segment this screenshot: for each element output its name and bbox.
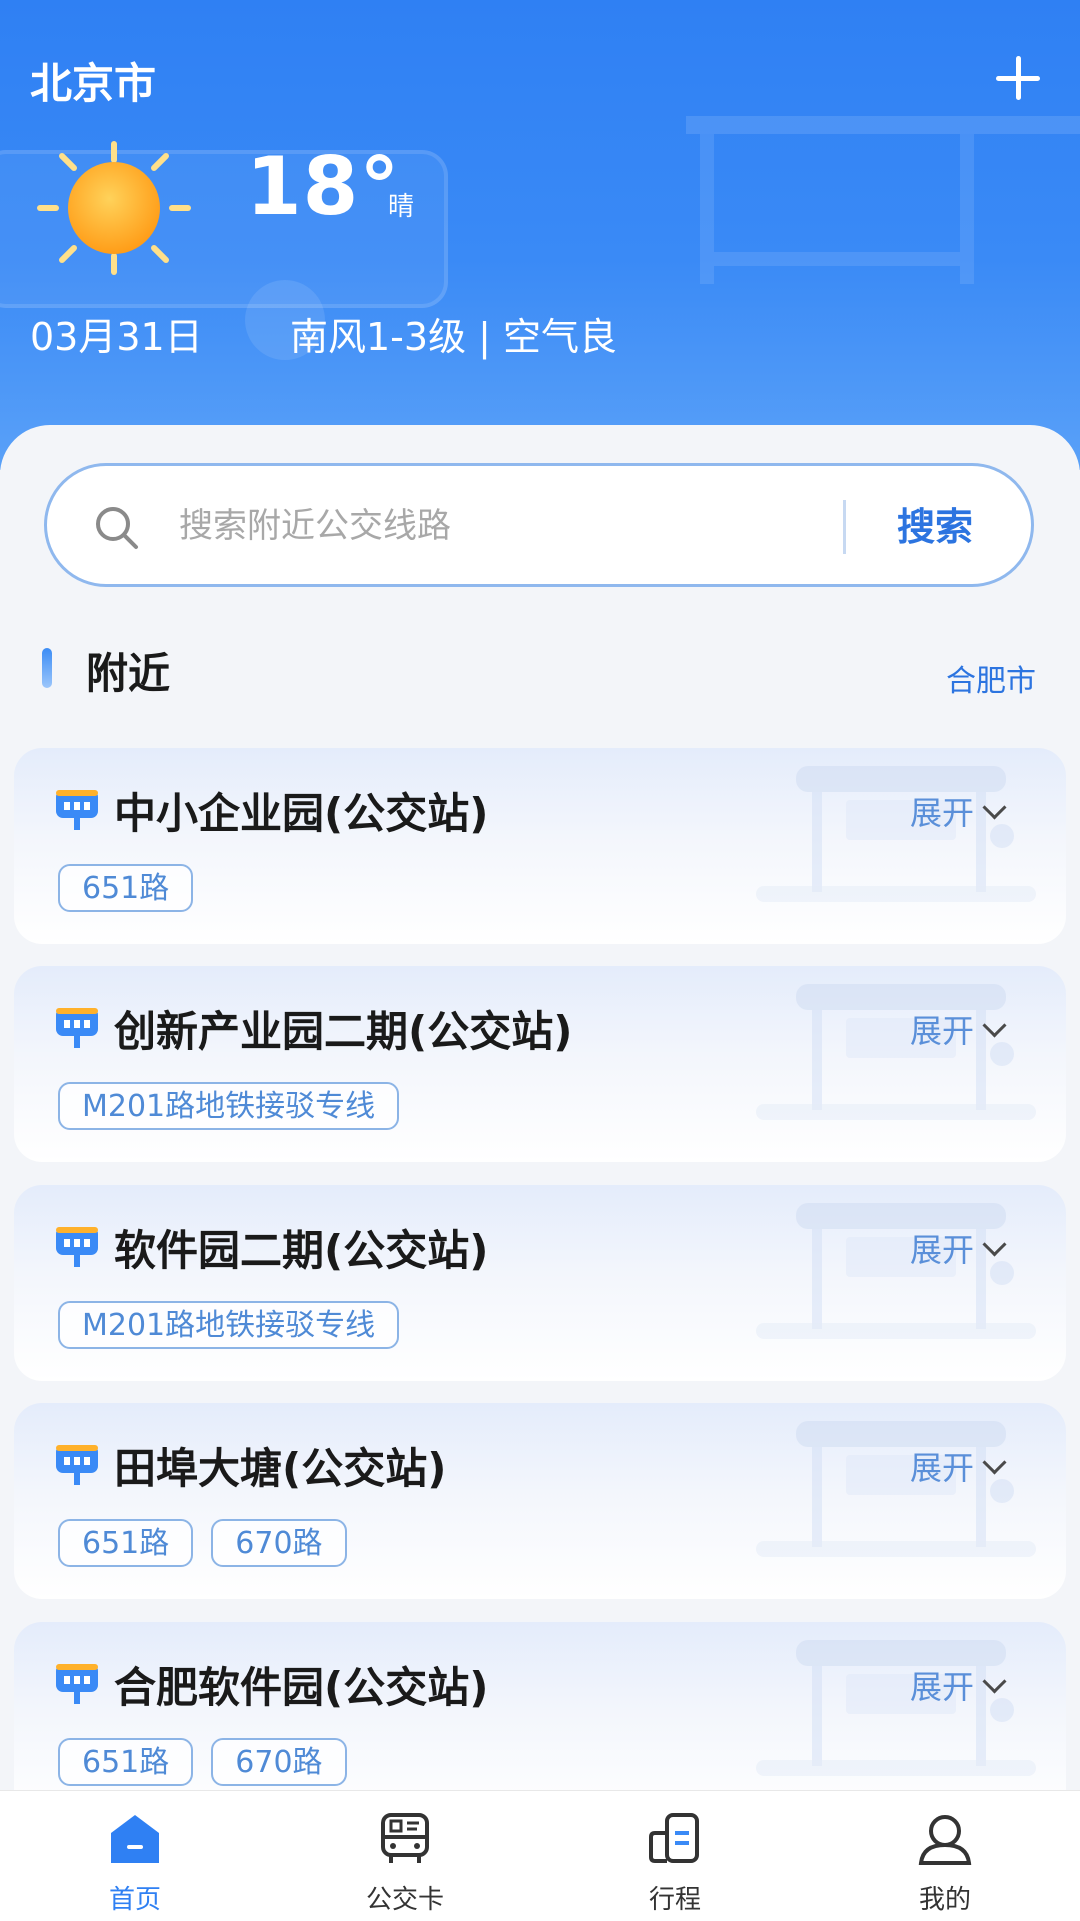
weather-header: 北京市 18° 晴 03月31日 南风1-3级 | 空气良 [0,0,1080,470]
expand-button[interactable]: 展开 [910,1443,1007,1489]
route-tag[interactable]: 670路 [211,1519,347,1567]
route-tag[interactable]: 670路 [211,1738,347,1786]
shelter-illustration [756,766,1036,902]
temperature: 18° [246,140,401,233]
section-accent-bar [42,648,52,688]
route-tag[interactable]: 651路 [58,864,194,912]
station-card[interactable]: 合肥软件园(公交站) 展开 651路 670路 [14,1622,1066,1818]
search-icon [96,507,138,549]
station-card[interactable]: 软件园二期(公交站) 展开 M201路地铁接驳专线 [14,1185,1066,1381]
nav-label: 首页 [108,1885,161,1915]
sunny-icon [37,141,191,275]
weather-date: 03月31日 [30,315,203,359]
route-list: 651路 670路 [58,1519,347,1567]
route-list: 651路 670路 [58,1738,347,1786]
nav-home[interactable]: 首页 [0,1791,270,1921]
route-tag[interactable]: 651路 [58,1519,194,1567]
station-card[interactable]: 田埠大塘(公交站) 展开 651路 670路 [14,1403,1066,1599]
shelter-illustration [756,1640,1036,1776]
chevron-down-icon [982,795,1007,820]
expand-label: 展开 [910,1449,975,1487]
city-name[interactable]: 北京市 [30,50,156,111]
trip-icon [649,1813,699,1863]
nav-label: 行程 [648,1885,701,1915]
profile-icon [918,1815,972,1865]
route-list: 651路 [58,864,194,912]
bus-stop-icon [56,1008,98,1048]
wind-air-quality: 南风1-3级 | 空气良 [290,315,618,359]
expand-label: 展开 [910,1012,975,1050]
shelter-illustration [756,984,1036,1120]
bus-stop-icon [56,1664,98,1704]
search-input[interactable] [177,494,821,558]
shelter-illustration [756,1203,1036,1339]
bus-stop-icon [56,1445,98,1485]
nearby-city-selector[interactable]: 合肥市 [946,656,1036,700]
expand-label: 展开 [910,1668,975,1706]
nav-trip[interactable]: 行程 [540,1791,810,1921]
chevron-down-icon [982,1013,1007,1038]
shelter-bench [714,252,960,266]
nav-label: 我的 [918,1885,971,1915]
add-city-button[interactable] [990,50,1046,106]
expand-button[interactable]: 展开 [910,1006,1007,1052]
route-list: M201路地铁接驳专线 [58,1082,400,1130]
station-name: 合肥软件园(公交站) [114,1663,489,1712]
search-divider [843,500,846,554]
route-tag[interactable]: 651路 [58,1738,194,1786]
station-card[interactable]: 中小企业园(公交站) 展开 651路 [14,748,1066,944]
bus-card-icon [381,1813,429,1863]
route-tag[interactable]: M201路地铁接驳专线 [58,1082,400,1130]
expand-label: 展开 [910,1231,975,1269]
route-tag[interactable]: M201路地铁接驳专线 [58,1301,400,1349]
station-card[interactable]: 创新产业园二期(公交站) 展开 M201路地铁接驳专线 [14,966,1066,1162]
nav-bus-card[interactable]: 公交卡 [270,1791,540,1921]
section-title: 附近 [86,649,171,698]
station-name: 中小企业园(公交站) [114,789,489,838]
shelter-illustration [756,1421,1036,1557]
nav-label: 公交卡 [365,1885,444,1915]
bus-stop-icon [56,790,98,830]
weather-condition: 晴 [388,192,415,222]
expand-label: 展开 [910,794,975,832]
expand-button[interactable]: 展开 [910,1662,1007,1708]
station-name: 田埠大塘(公交站) [114,1444,447,1493]
bus-stop-icon [56,1227,98,1267]
nav-profile[interactable]: 我的 [810,1791,1080,1921]
expand-button[interactable]: 展开 [910,1225,1007,1271]
chevron-down-icon [982,1669,1007,1694]
expand-button[interactable]: 展开 [910,788,1007,834]
chevron-down-icon [982,1450,1007,1475]
search-button[interactable]: 搜索 [897,496,973,551]
shelter-post [960,134,974,284]
station-name: 软件园二期(公交站) [114,1226,489,1275]
chevron-down-icon [982,1232,1007,1257]
shelter-illustration [686,116,1080,134]
search-bar[interactable]: 搜索 [44,463,1034,587]
home-icon [111,1815,159,1863]
route-list: M201路地铁接驳专线 [58,1301,400,1349]
shelter-post [700,134,714,284]
bottom-nav: 首页 公交卡 行程 我的 [0,1790,1080,1921]
station-name: 创新产业园二期(公交站) [114,1007,573,1056]
